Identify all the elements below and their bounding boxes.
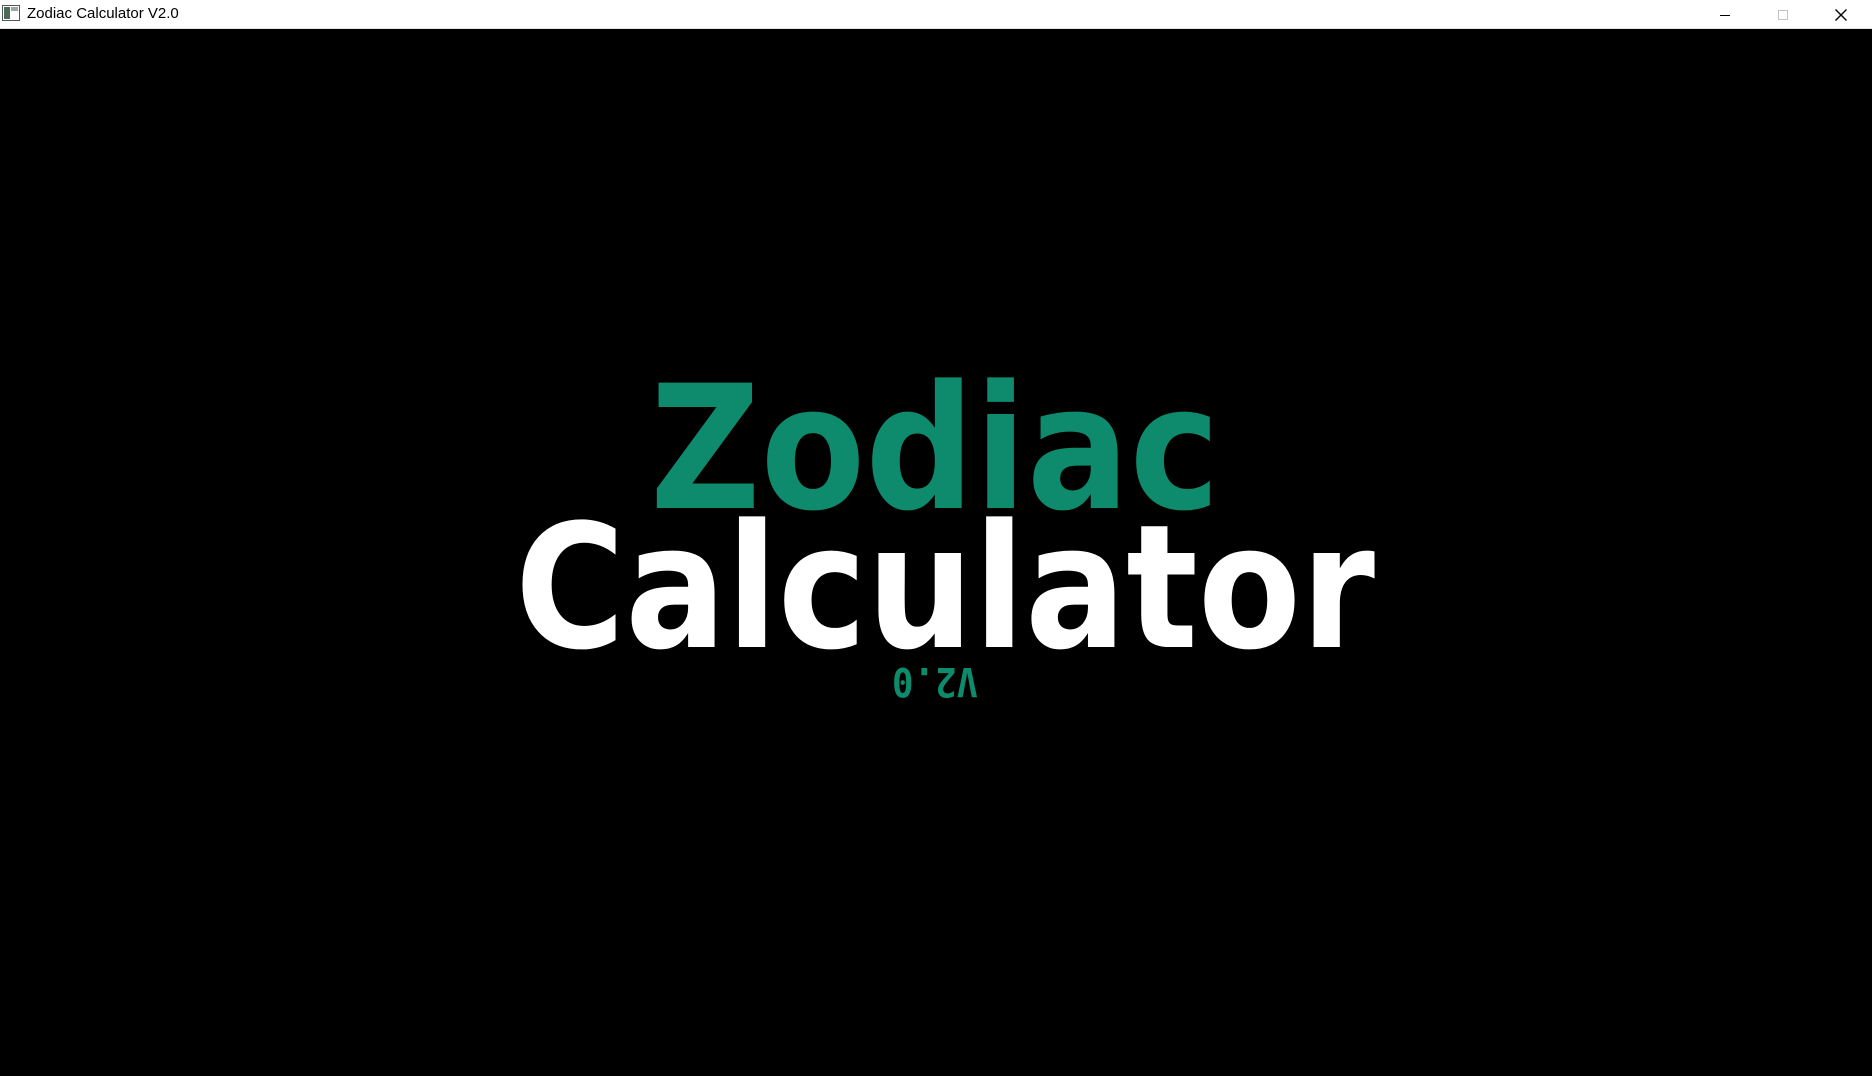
close-button[interactable]: [1812, 0, 1870, 29]
title-bar[interactable]: Zodiac Calculator V2.0: [0, 0, 1872, 29]
version-label: V2.0: [892, 658, 978, 704]
app-icon: [2, 5, 20, 21]
maximize-icon: [1778, 9, 1788, 20]
close-icon: [1835, 8, 1847, 21]
minimize-icon: [1720, 14, 1730, 16]
splash-logo: Zodiac Calculator V2.0: [515, 348, 1375, 704]
splash-screen: Zodiac Calculator V2.0: [0, 29, 1872, 1076]
minimize-button[interactable]: [1696, 0, 1754, 29]
app-window: Zodiac Calculator V2.0 Zodiac Calculator…: [0, 0, 1872, 1076]
maximize-button[interactable]: [1754, 0, 1812, 29]
logo-word-calculator: Calculator: [515, 487, 1375, 688]
window-title: Zodiac Calculator V2.0: [27, 5, 179, 22]
